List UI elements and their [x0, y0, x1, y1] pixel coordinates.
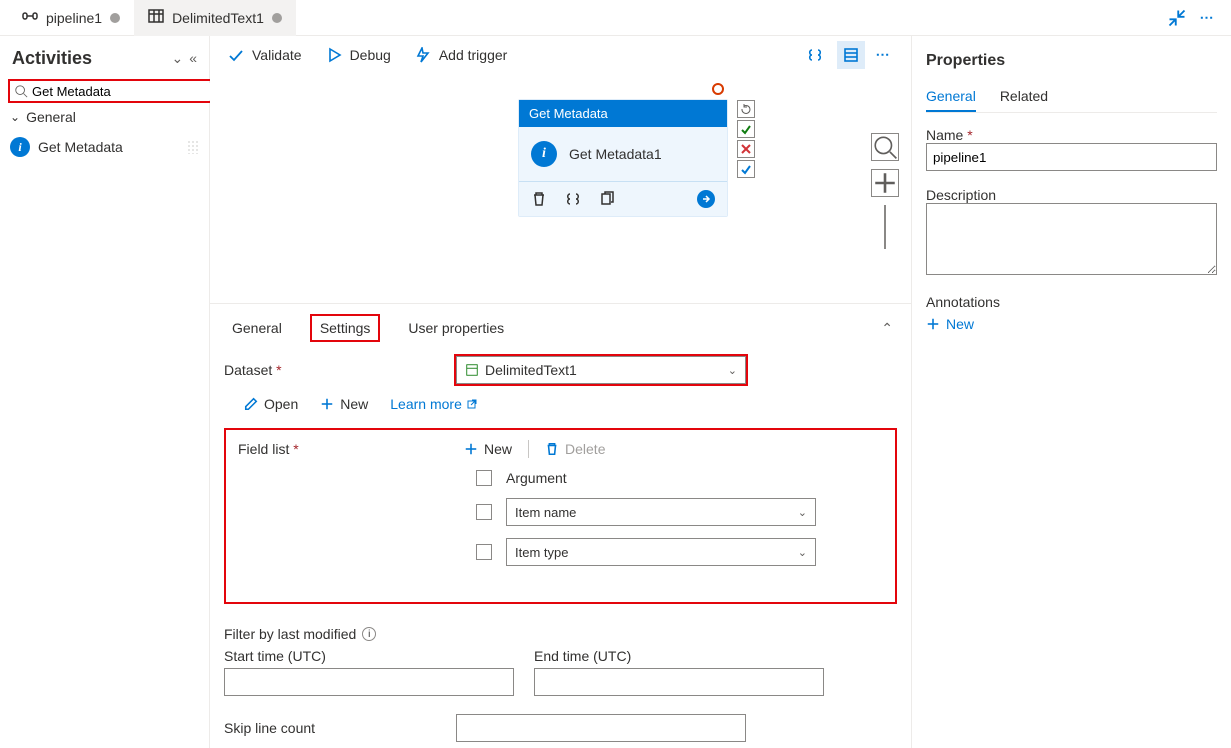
argument-dropdown-0[interactable]: Item name ⌄: [506, 498, 816, 526]
trash-icon: [545, 442, 559, 456]
annotations-label: Annotations: [926, 294, 1217, 310]
search-icon: [14, 84, 28, 98]
more-actions-icon[interactable]: ⋯: [1197, 8, 1217, 28]
field-list-section: Field list * New Delete Argument: [224, 428, 897, 604]
dataset-open-button[interactable]: Open: [244, 396, 298, 412]
copy-icon[interactable]: [599, 191, 615, 207]
annotation-new-button[interactable]: New: [926, 316, 1217, 332]
dirty-indicator-icon: [110, 13, 120, 23]
start-time-input[interactable]: [224, 668, 514, 696]
editor-tabstrip: pipeline1 DelimitedText1 ⋯: [0, 0, 1231, 36]
activity-get-metadata[interactable]: i Get Metadata: [8, 131, 201, 163]
node-name: Get Metadata1: [569, 146, 662, 162]
collapse-settings-icon[interactable]: ⌃: [881, 320, 893, 337]
dataset-value: DelimitedText1: [485, 362, 577, 378]
plus-icon: [926, 317, 940, 331]
name-label: Name: [926, 127, 963, 143]
external-link-icon: [466, 398, 478, 410]
argument-header-checkbox[interactable]: [476, 470, 492, 486]
description-label: Description: [926, 187, 1217, 203]
chevron-down-icon: ⌄: [798, 546, 807, 559]
skip-line-count-input[interactable]: [456, 714, 746, 742]
zoom-track[interactable]: [884, 205, 886, 249]
pipeline-toolbar: Validate Debug Add trigger ⋯: [210, 36, 911, 73]
run-icon[interactable]: [697, 190, 715, 208]
info-icon: i: [531, 141, 557, 167]
tab-label: DelimitedText1: [172, 10, 264, 26]
end-time-input[interactable]: [534, 668, 824, 696]
tab-user-properties[interactable]: User properties: [404, 314, 508, 342]
properties-view-button[interactable]: [837, 41, 865, 69]
tab-pipeline1[interactable]: pipeline1: [8, 0, 134, 36]
node-outcome-icons: [737, 100, 755, 178]
activity-settings-tabs: General Settings User properties ⌃: [210, 303, 911, 342]
delete-icon[interactable]: [531, 191, 547, 207]
pipeline-icon: [22, 8, 38, 27]
group-label: General: [26, 109, 76, 125]
canvas-add-button[interactable]: [871, 169, 899, 197]
properties-tab-related[interactable]: Related: [1000, 88, 1048, 112]
dataset-label: Dataset: [224, 362, 272, 378]
activity-label: Get Metadata: [38, 139, 123, 155]
info-icon: i: [10, 137, 30, 157]
table-icon: [148, 8, 164, 27]
completion-icon[interactable]: [737, 160, 755, 178]
skip-line-count-label: Skip line count: [224, 720, 444, 736]
debug-button[interactable]: Debug: [326, 47, 391, 63]
activities-panel: Activities ⌄ « ⌄ General i Get Metadata: [0, 36, 210, 748]
pipeline-name-input[interactable]: [926, 143, 1217, 171]
add-trigger-button[interactable]: Add trigger: [415, 47, 507, 63]
argument-header: Argument: [506, 470, 816, 486]
collapse-icon[interactable]: [1167, 8, 1187, 28]
tab-delimitedtext1[interactable]: DelimitedText1: [134, 0, 296, 36]
chevron-down-icon: ⌄: [798, 506, 807, 519]
activity-node-get-metadata[interactable]: Get Metadata i Get Metadata1: [518, 99, 728, 217]
success-icon[interactable]: [737, 120, 755, 138]
dataset-dropdown[interactable]: DelimitedText1 ⌄: [456, 356, 746, 384]
drag-handle-icon[interactable]: [187, 140, 199, 154]
failure-icon[interactable]: [737, 140, 755, 158]
argument-row-checkbox[interactable]: [476, 544, 492, 560]
pipeline-description-textarea[interactable]: [926, 203, 1217, 275]
activity-group-general[interactable]: ⌄ General: [8, 103, 201, 131]
field-list-new-button[interactable]: New: [464, 441, 512, 457]
dataset-new-button[interactable]: New: [320, 396, 368, 412]
activities-title: Activities: [12, 48, 92, 69]
properties-heading: Properties: [926, 52, 1217, 70]
collapse-panel-icon[interactable]: «: [189, 50, 197, 67]
dirty-indicator-icon: [272, 13, 282, 23]
chevron-down-icon: ⌄: [10, 110, 20, 124]
field-list-label: Field list: [238, 441, 289, 457]
node-title: Get Metadata: [519, 100, 727, 127]
properties-panel: Properties General Related Name * Descri…: [911, 36, 1231, 748]
info-icon[interactable]: i: [362, 627, 376, 641]
field-list-delete-button: Delete: [545, 441, 605, 457]
pipeline-canvas[interactable]: Get Metadata i Get Metadata1: [210, 73, 911, 303]
toolbar-more-icon[interactable]: ⋯: [873, 45, 893, 65]
plus-icon: [320, 397, 334, 411]
expand-all-icon[interactable]: ⌄: [171, 50, 183, 67]
code-icon[interactable]: [565, 191, 581, 207]
dataset-learn-more-link[interactable]: Learn more: [390, 396, 478, 412]
chevron-down-icon: ⌄: [728, 364, 737, 377]
tab-label: pipeline1: [46, 10, 102, 26]
properties-tab-general[interactable]: General: [926, 88, 976, 112]
filter-label: Filter by last modified: [224, 626, 356, 642]
pencil-icon: [244, 397, 258, 411]
activities-search-input[interactable]: [28, 83, 210, 100]
dataset-icon: [465, 363, 479, 377]
breakpoint-icon[interactable]: [712, 83, 724, 95]
end-time-label: End time (UTC): [534, 648, 824, 664]
argument-row-checkbox[interactable]: [476, 504, 492, 520]
retry-icon[interactable]: [737, 100, 755, 118]
canvas-search-button[interactable]: [871, 133, 899, 161]
plus-icon: [464, 442, 478, 456]
code-view-button[interactable]: [801, 41, 829, 69]
argument-dropdown-1[interactable]: Item type ⌄: [506, 538, 816, 566]
tab-general[interactable]: General: [228, 314, 286, 342]
start-time-label: Start time (UTC): [224, 648, 514, 664]
tab-settings[interactable]: Settings: [310, 314, 381, 342]
validate-button[interactable]: Validate: [228, 47, 302, 63]
